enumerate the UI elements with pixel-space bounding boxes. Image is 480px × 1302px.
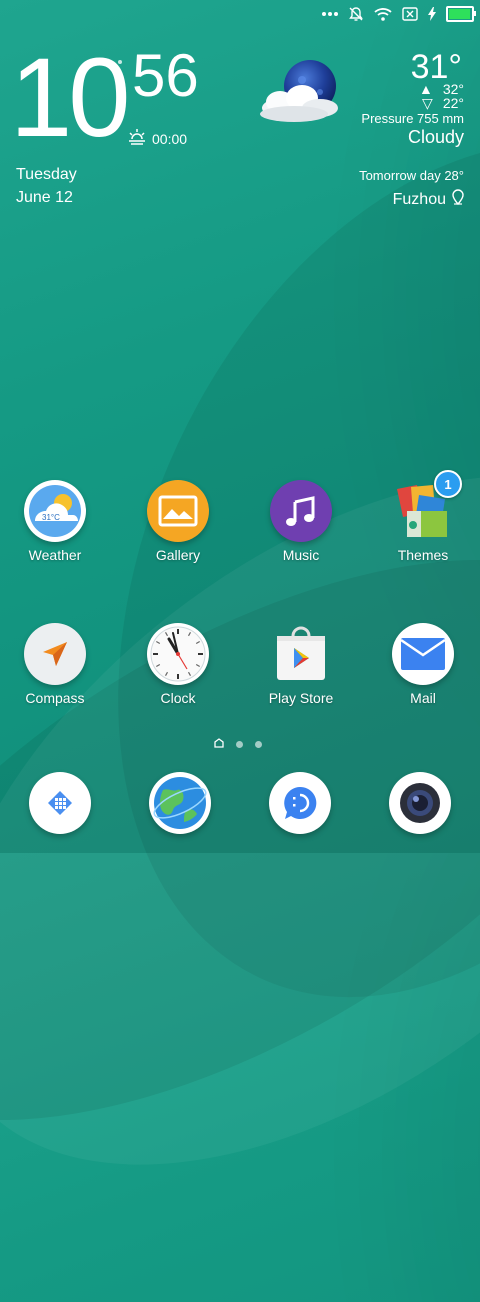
svg-text:31°C: 31°C <box>42 513 60 522</box>
compass-icon <box>24 623 86 685</box>
app-mail[interactable]: Mail <box>373 623 473 706</box>
browser-icon <box>149 772 211 834</box>
city-name: Fuzhou <box>392 190 446 208</box>
location-pin-icon <box>452 189 464 210</box>
clock-icon <box>147 623 209 685</box>
weather-illustration-icon <box>250 58 350 130</box>
dock-browser[interactable] <box>130 772 230 834</box>
sunrise-alarm-icon <box>128 129 146 148</box>
no-sim-icon <box>402 7 418 21</box>
home-page-icon[interactable] <box>214 735 224 753</box>
more-dots-icon <box>322 11 338 17</box>
app-label: Themes <box>397 547 449 563</box>
app-play-store[interactable]: Play Store <box>251 623 351 706</box>
status-bar <box>322 4 476 24</box>
play-store-icon <box>270 623 332 685</box>
clock-hour: 10 <box>10 35 131 160</box>
gallery-icon <box>147 480 209 542</box>
dock <box>0 772 480 853</box>
weather-icon: 31°C <box>24 480 86 542</box>
app-label: Mail <box>410 690 436 706</box>
clock-colon <box>118 60 122 96</box>
dock-messages[interactable] <box>250 772 350 834</box>
app-label: Gallery <box>155 547 201 563</box>
app-label: Play Store <box>268 690 334 706</box>
clock-minute: 56 <box>132 42 199 109</box>
tomorrow-forecast: Tomorrow day 28° <box>359 168 464 183</box>
mail-icon <box>392 623 454 685</box>
charging-bolt-icon <box>428 7 436 21</box>
pressure: Pressure 755 mm <box>361 111 464 126</box>
phone-icon <box>29 772 91 834</box>
app-clock[interactable]: Clock <box>128 623 228 706</box>
alarm-indicator: 00:00 <box>128 129 187 148</box>
app-weather[interactable]: 31°C Weather <box>5 480 105 563</box>
app-gallery[interactable]: Gallery <box>128 480 228 563</box>
app-compass[interactable]: Compass <box>5 623 105 706</box>
app-label: Music <box>282 547 320 563</box>
dock-phone[interactable] <box>10 772 110 834</box>
arrow-down-icon: ▽ <box>422 95 433 111</box>
page-dot[interactable] <box>255 740 262 748</box>
app-themes[interactable]: 1 Themes <box>373 470 473 563</box>
low-temperature: 22° <box>442 95 464 111</box>
dock-camera[interactable] <box>370 772 470 834</box>
wifi-icon <box>374 7 392 21</box>
arrow-up-icon: ▲ <box>418 81 433 97</box>
app-label: Clock <box>160 690 196 706</box>
camera-icon <box>389 772 451 834</box>
notifications-muted-icon <box>348 6 364 22</box>
high-low-temperature: ▲ 32° ▽ 22° <box>419 82 464 110</box>
messages-icon <box>269 772 331 834</box>
music-icon <box>270 480 332 542</box>
app-music[interactable]: Music <box>251 480 351 563</box>
app-label: Compass <box>25 690 85 706</box>
themes-icon: 1 <box>392 470 462 542</box>
alarm-time: 00:00 <box>152 130 188 147</box>
page-dot[interactable] <box>236 740 243 748</box>
battery-icon <box>446 6 476 22</box>
city: Fuzhou <box>393 189 464 210</box>
weather-condition: Cloudy <box>407 127 464 147</box>
page-indicator[interactable] <box>214 735 262 753</box>
day-of-week: Tuesday <box>16 166 77 183</box>
notification-badge: 1 <box>434 470 462 498</box>
app-label: Weather <box>28 547 82 563</box>
high-temperature: 32° <box>442 81 464 97</box>
date: June 12 <box>16 189 73 206</box>
